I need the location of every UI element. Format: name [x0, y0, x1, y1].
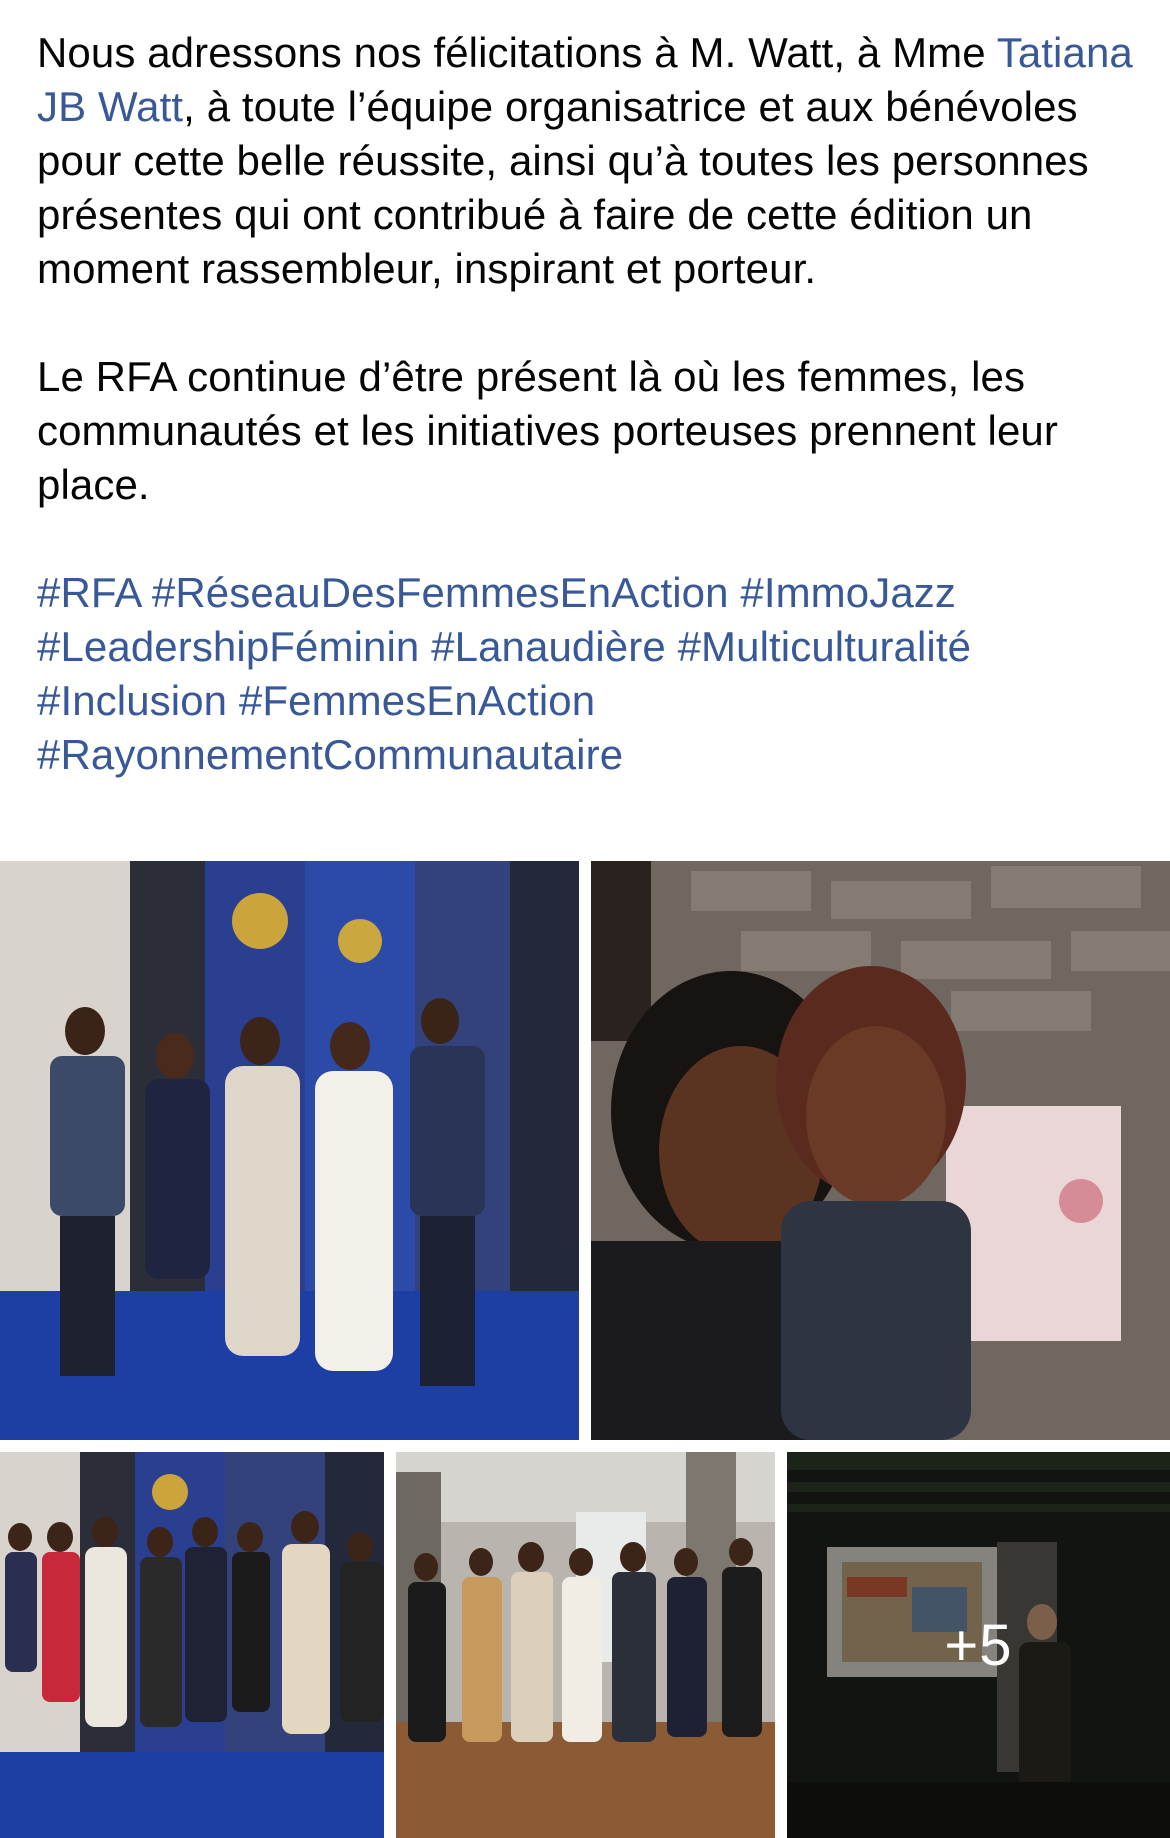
group-photo-backdrop-image: [0, 1452, 384, 1838]
post-paragraph-1: Nous adressons nos félicitations à M. Wa…: [37, 26, 1147, 296]
paragraph-1-end: , à toute l’équipe organisatrice et aux …: [37, 83, 1089, 292]
post-text: Nous adressons nos félicitations à M. Wa…: [37, 26, 1147, 782]
post-paragraph-2: Le RFA continue d’être présent là où les…: [37, 353, 1058, 508]
hashtag-link[interactable]: #RFA: [37, 569, 140, 616]
hashtag-link[interactable]: #Inclusion: [37, 677, 227, 724]
more-photos-count: +5: [944, 1612, 1013, 1678]
gallery-photo-1[interactable]: [0, 861, 579, 1440]
hashtag-link[interactable]: #FemmesEnAction: [239, 677, 595, 724]
gallery-photo-2[interactable]: [591, 861, 1170, 1440]
hashtag-link[interactable]: #RéseauDesFemmesEnAction: [152, 569, 729, 616]
gallery-photo-4[interactable]: [396, 1452, 775, 1838]
hashtag-link[interactable]: #RayonnementCommunautaire: [37, 731, 623, 778]
hashtag-link[interactable]: #Multiculturalité: [678, 623, 972, 670]
hashtag-link[interactable]: #Lanaudière: [431, 623, 666, 670]
hashtag-link[interactable]: #LeadershipFéminin: [37, 623, 419, 670]
hashtag-link[interactable]: #ImmoJazz: [740, 569, 956, 616]
selfie-photo-image: [591, 861, 1170, 1440]
group-photo-stage-image: [0, 861, 579, 1440]
more-photos-overlay[interactable]: +5: [787, 1452, 1170, 1838]
group-photo-indoor-image: [396, 1452, 775, 1838]
gallery-photo-3[interactable]: [0, 1452, 384, 1838]
hashtag-list: #RFA #RéseauDesFemmesEnAction #ImmoJazz …: [37, 566, 1147, 782]
paragraph-1-start: Nous adressons nos félicitations à M. Wa…: [37, 29, 997, 76]
gallery-photo-5[interactable]: +5: [787, 1452, 1170, 1838]
